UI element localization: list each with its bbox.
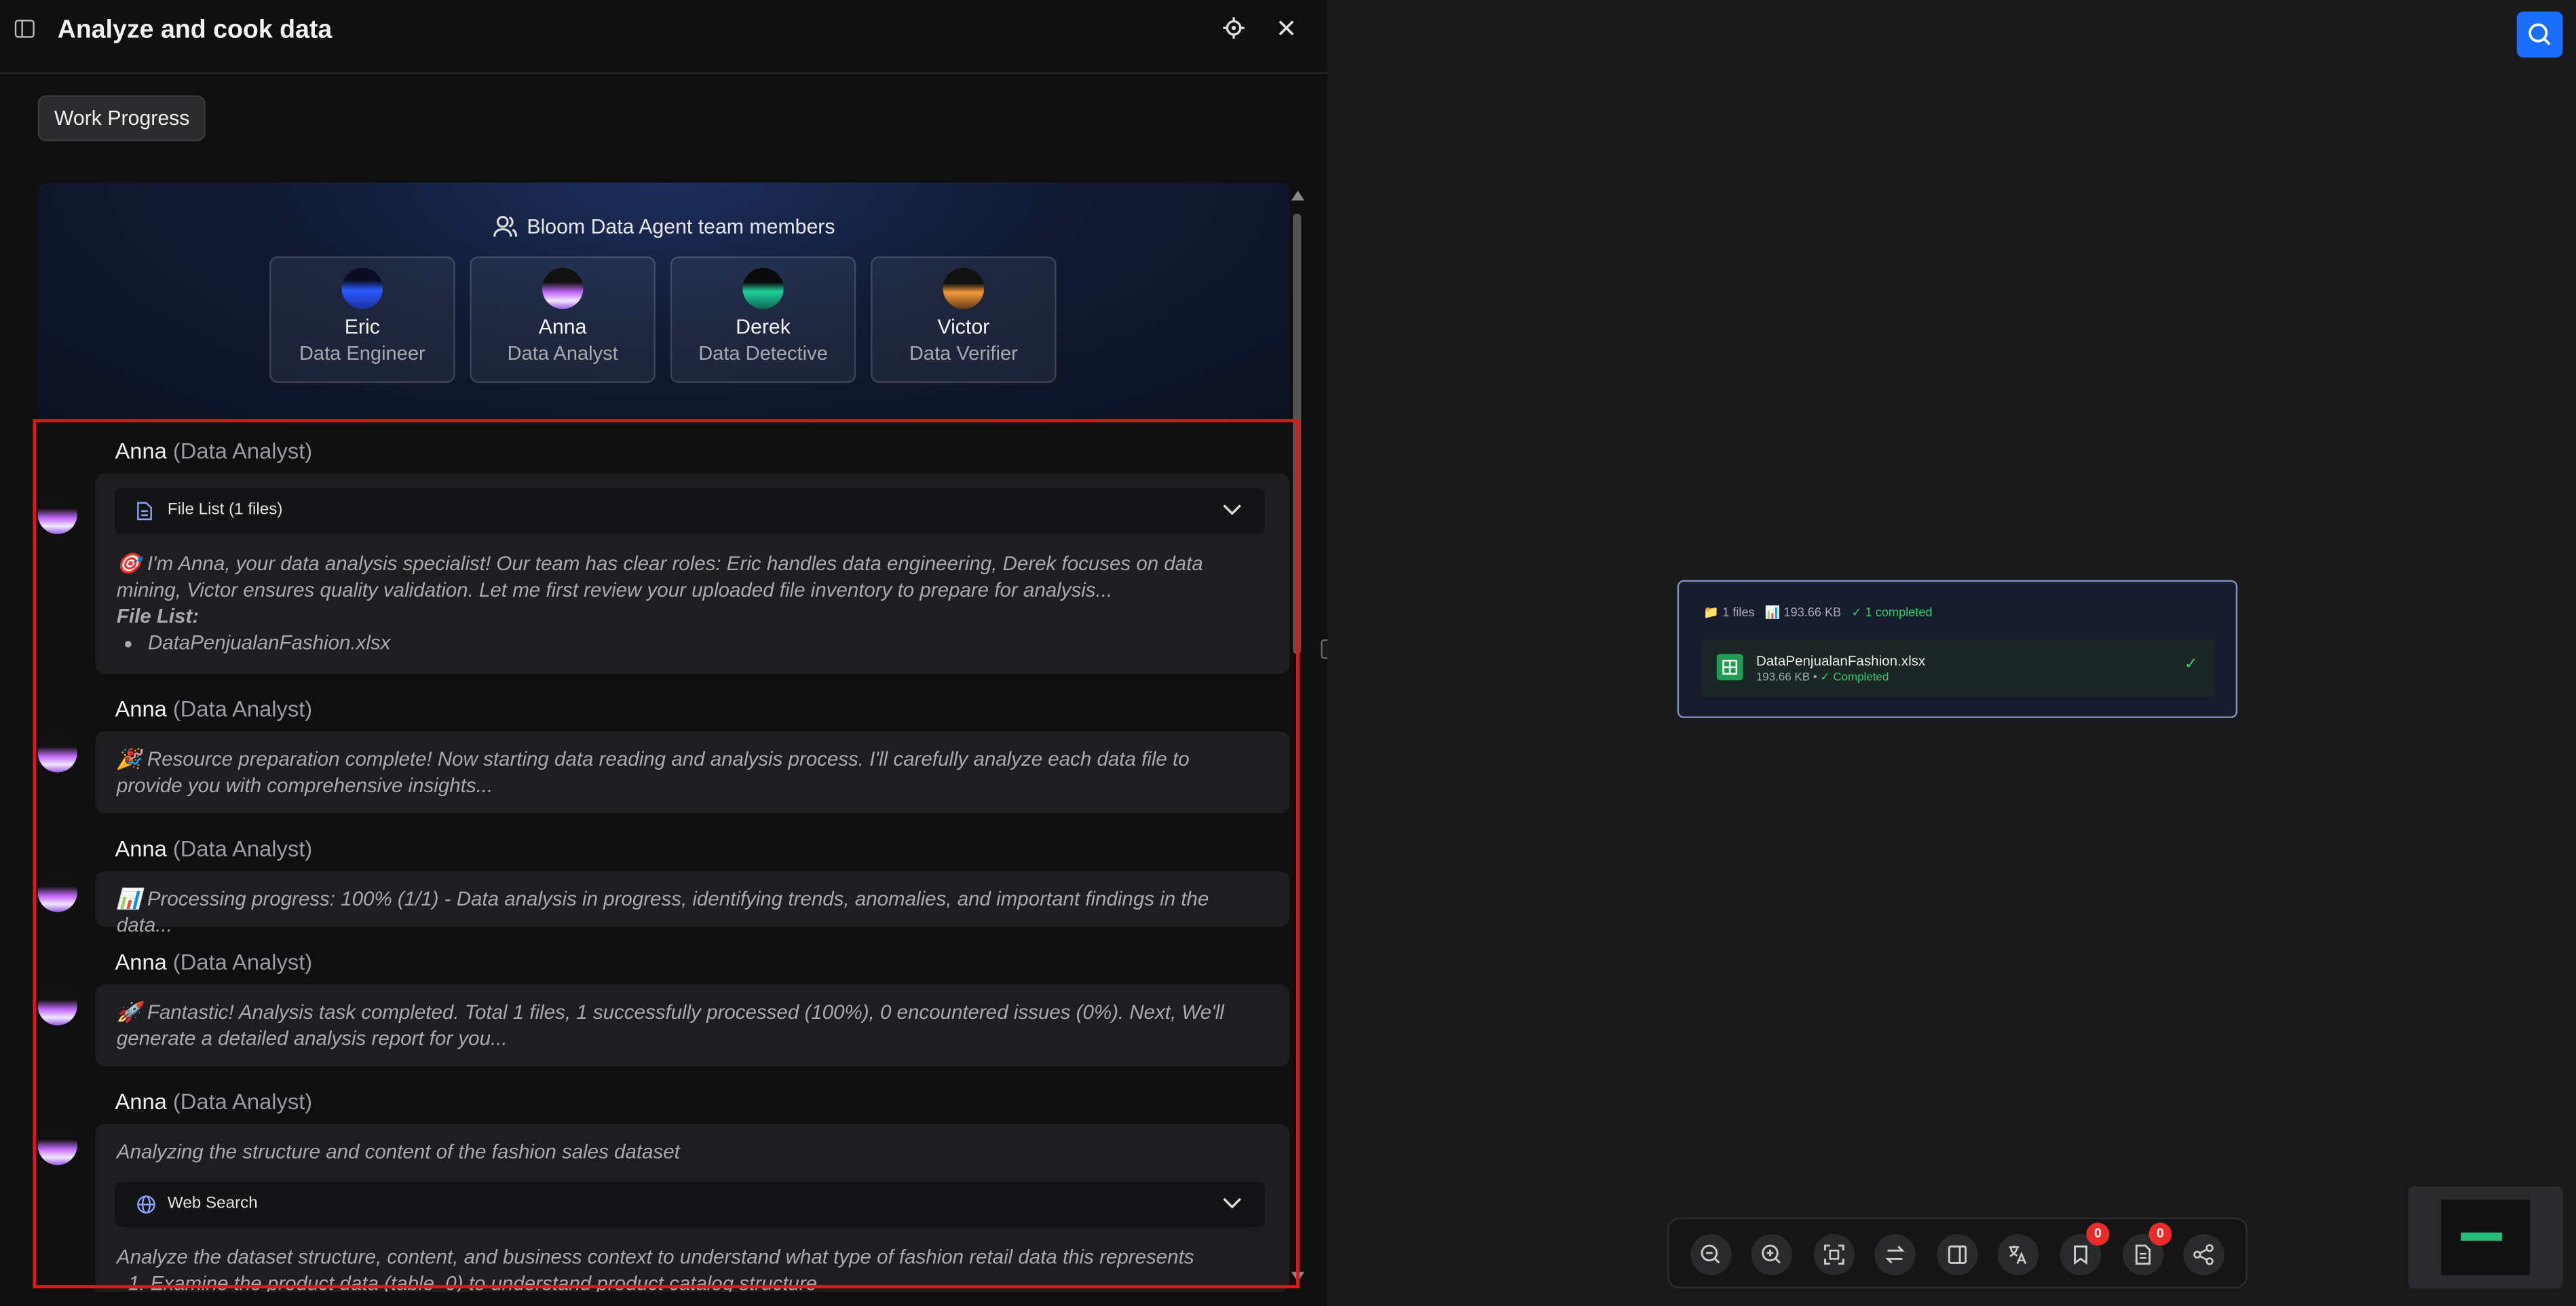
panel-toggle-button[interactable] bbox=[1937, 1234, 1978, 1275]
team-title: Bloom Data Agent team members bbox=[38, 215, 1290, 238]
file-sub: 193.66 KB • ✓ Completed bbox=[1756, 672, 1889, 684]
chat-panel: Analyze and cook data Work Progress Bloo… bbox=[0, 0, 1328, 1306]
tool-label: File List (1 files) bbox=[167, 501, 283, 520]
close-icon[interactable] bbox=[1273, 16, 1300, 46]
spreadsheet-icon bbox=[1716, 654, 1743, 681]
zoom-out-button[interactable] bbox=[1690, 1234, 1732, 1275]
globe-icon bbox=[137, 1195, 155, 1214]
member-name: Anna bbox=[538, 315, 587, 339]
team-members-card: Bloom Data Agent team members Eric Data … bbox=[37, 182, 1290, 424]
zoom-out-icon bbox=[1701, 1244, 1720, 1264]
translate-icon bbox=[2009, 1246, 2027, 1265]
message-text: Analyze the dataset structure, content, … bbox=[116, 1246, 1194, 1269]
file-list-toggle[interactable]: File List (1 files) bbox=[115, 488, 1266, 534]
message-author: Anna (Data Analyst) bbox=[115, 836, 313, 861]
vertical-scrollbar[interactable] bbox=[1289, 186, 1306, 1287]
fit-view-button[interactable] bbox=[1813, 1234, 1855, 1275]
avatar bbox=[37, 1125, 77, 1165]
sidebar-toggle-icon[interactable] bbox=[14, 20, 35, 38]
member-name: Derek bbox=[736, 315, 791, 339]
document-icon bbox=[137, 502, 152, 521]
avatar bbox=[37, 732, 77, 772]
minimap-node bbox=[2461, 1232, 2502, 1241]
locate-icon[interactable] bbox=[1221, 16, 1247, 46]
message-bubble: 🚀 Fantastic! Analysis task completed. To… bbox=[95, 984, 1290, 1067]
scroll-up-icon[interactable] bbox=[1291, 190, 1305, 201]
file-row[interactable]: DataPenjualanFashion.xlsx 193.66 KB • ✓ … bbox=[1701, 639, 2215, 697]
share-button[interactable] bbox=[2183, 1234, 2224, 1275]
canvas-toolbar: 0 0 bbox=[1667, 1217, 2248, 1288]
message-text: 🎉 Resource preparation complete! Now sta… bbox=[116, 747, 1190, 798]
member-name: Eric bbox=[344, 315, 380, 339]
file-list-label: File List: bbox=[116, 604, 200, 628]
scrollbar-thumb[interactable] bbox=[1293, 213, 1302, 654]
search-icon bbox=[2528, 23, 2551, 45]
avatar bbox=[943, 267, 985, 310]
member-card-victor[interactable]: Victor Data Verifier bbox=[871, 256, 1057, 384]
notes-badge: 0 bbox=[2148, 1223, 2172, 1246]
member-role: Data Verifier bbox=[909, 341, 1018, 365]
message-bubble: 🎉 Resource preparation complete! Now sta… bbox=[95, 731, 1290, 814]
file-summary-card[interactable]: 📁 1 files 📊 193.66 KB ✓ 1 completed Data… bbox=[1677, 580, 2238, 718]
page-title: Analyze and cook data bbox=[57, 16, 333, 45]
notes-button[interactable]: 0 bbox=[2122, 1223, 2172, 1275]
web-search-toggle[interactable]: Web Search bbox=[115, 1181, 1266, 1228]
check-icon: ✓ bbox=[2184, 655, 2199, 674]
resize-handle[interactable] bbox=[1321, 639, 1328, 659]
share-icon bbox=[2193, 1244, 2214, 1265]
chevron-down-icon bbox=[1223, 504, 1241, 515]
avatar bbox=[37, 872, 77, 912]
folder-icon: 📁 bbox=[1703, 604, 1720, 620]
avatar bbox=[542, 267, 584, 310]
message-author: Anna (Data Analyst) bbox=[115, 439, 313, 464]
zoom-in-button[interactable] bbox=[1751, 1234, 1793, 1275]
tool-label: Web Search bbox=[167, 1194, 258, 1213]
zoom-in-icon bbox=[1762, 1244, 1781, 1264]
message-author: Anna (Data Analyst) bbox=[115, 696, 313, 722]
message-author: Anna (Data Analyst) bbox=[115, 950, 313, 975]
translate-button[interactable] bbox=[1997, 1234, 2039, 1275]
message-bubble: Analyzing the structure and content of t… bbox=[95, 1123, 1290, 1292]
chevron-down-icon bbox=[1223, 1197, 1241, 1209]
member-role: Data Analyst bbox=[507, 341, 618, 365]
member-card-derek[interactable]: Derek Data Detective bbox=[670, 256, 856, 384]
member-role: Data Engineer bbox=[299, 341, 425, 365]
search-button[interactable] bbox=[2516, 11, 2563, 58]
member-card-anna[interactable]: Anna Data Analyst bbox=[470, 256, 656, 384]
message-bubble: 📊 Processing progress: 100% (1/1) - Data… bbox=[95, 871, 1290, 937]
progress-scroll-area[interactable]: Bloom Data Agent team members Eric Data … bbox=[37, 182, 1290, 1292]
member-role: Data Detective bbox=[698, 341, 828, 365]
chart-icon: 📊 bbox=[1764, 604, 1781, 620]
file-name: DataPenjualanFashion.xlsx bbox=[1756, 652, 1926, 669]
users-icon bbox=[493, 215, 517, 237]
message-author: Anna (Data Analyst) bbox=[115, 1089, 313, 1115]
message-text: 📊 Processing progress: 100% (1/1) - Data… bbox=[116, 887, 1209, 937]
bookmark-button[interactable]: 0 bbox=[2060, 1223, 2110, 1275]
message-text: 🚀 Fantastic! Analysis task completed. To… bbox=[116, 1001, 1224, 1050]
avatar bbox=[37, 986, 77, 1026]
member-card-eric[interactable]: Eric Data Engineer bbox=[269, 256, 455, 384]
avatar bbox=[341, 267, 383, 310]
message-text: 🎯 I'm Anna, your data analysis specialis… bbox=[116, 552, 1203, 602]
file-list-item: DataPenjualanFashion.xlsx bbox=[148, 629, 1250, 656]
panel-icon bbox=[1948, 1245, 1967, 1264]
tab-work-progress[interactable]: Work Progress bbox=[37, 95, 206, 142]
canvas-area[interactable]: 📁 1 files 📊 193.66 KB ✓ 1 completed Data… bbox=[1327, 0, 2576, 1306]
scroll-down-icon[interactable] bbox=[1291, 1271, 1305, 1282]
message-step: 1. Examine the product data (table_0) to… bbox=[128, 1271, 818, 1292]
avatar bbox=[37, 494, 77, 534]
fit-view-icon bbox=[1824, 1244, 1844, 1265]
minimap[interactable] bbox=[2408, 1186, 2563, 1288]
message-bubble: File List (1 files) 🎯 I'm Anna, your dat… bbox=[95, 473, 1290, 674]
swap-icon bbox=[1885, 1246, 1905, 1264]
bookmark-badge: 0 bbox=[2086, 1223, 2110, 1246]
panel-header: Analyze and cook data bbox=[0, 0, 1328, 74]
minimap-viewport[interactable] bbox=[2441, 1199, 2531, 1275]
member-name: Victor bbox=[937, 315, 990, 339]
swap-button[interactable] bbox=[1874, 1234, 1916, 1275]
avatar bbox=[742, 267, 784, 310]
file-summary-meta: 📁 1 files 📊 193.66 KB ✓ 1 completed bbox=[1703, 604, 1933, 620]
message-intro: Analyzing the structure and content of t… bbox=[116, 1140, 680, 1163]
